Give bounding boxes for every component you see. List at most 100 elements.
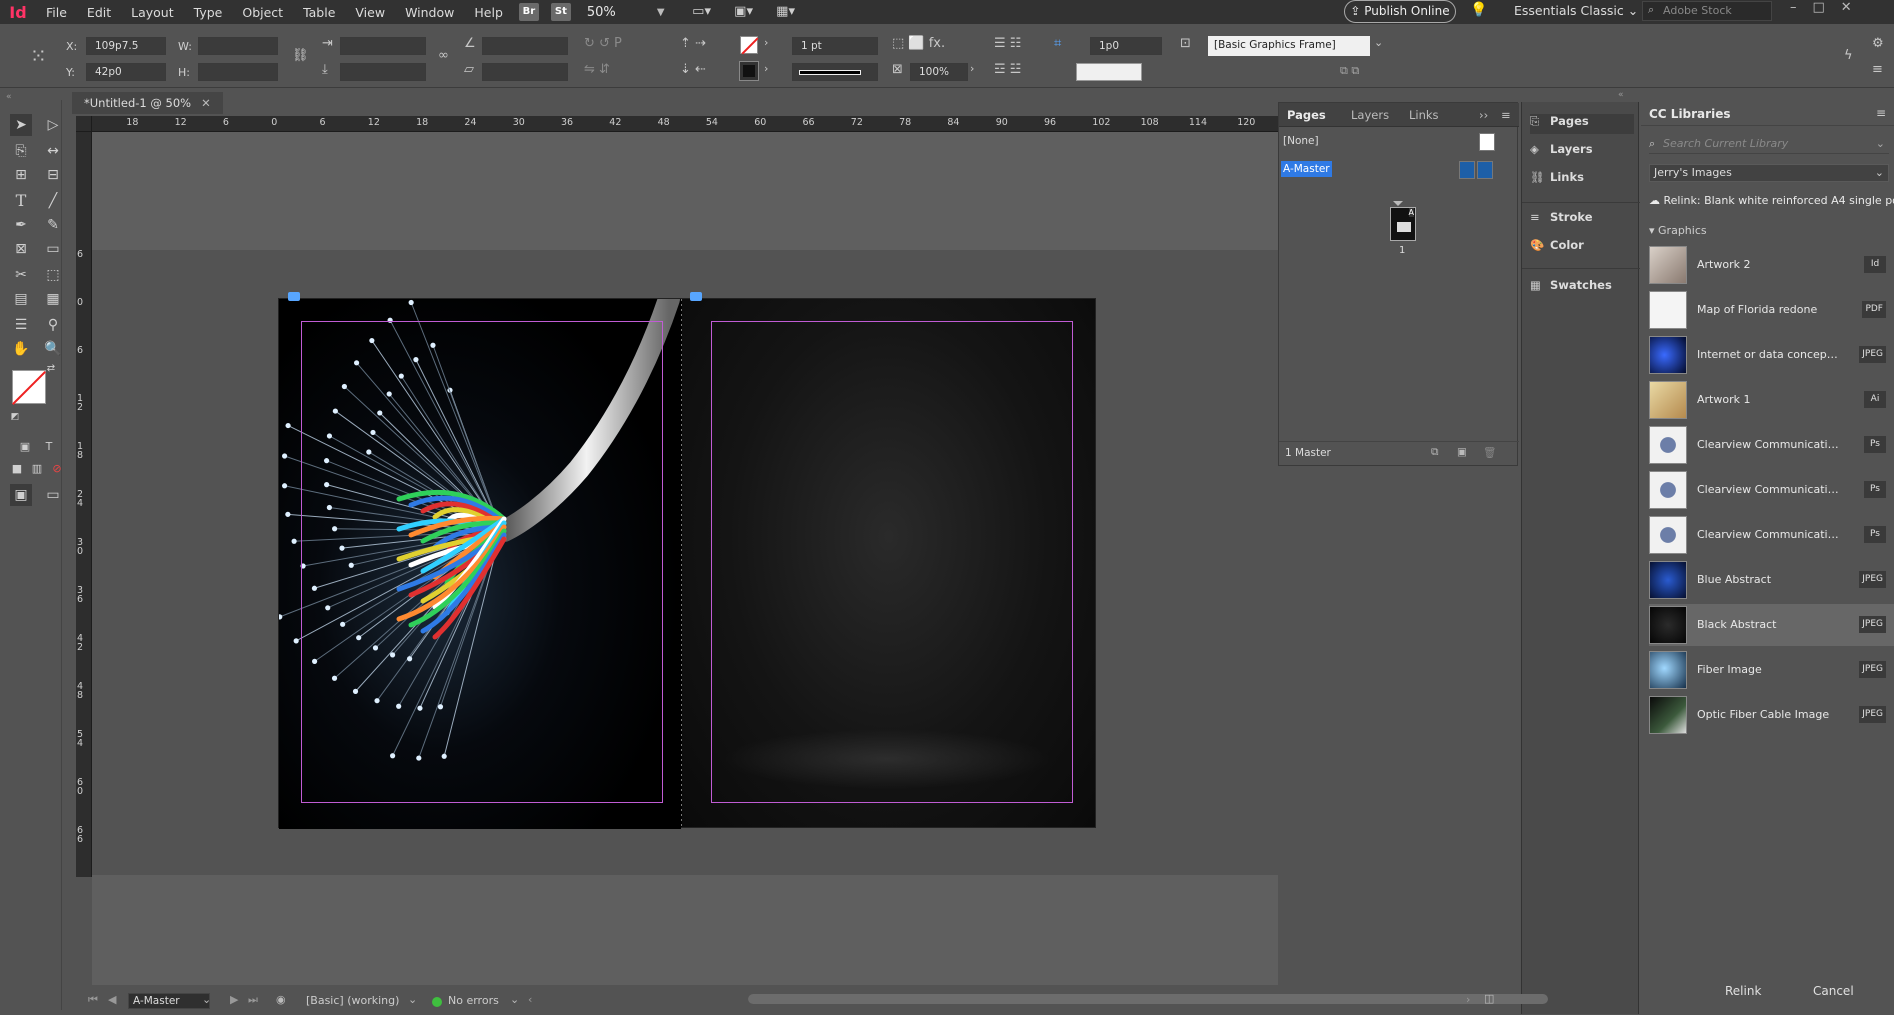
- ruler-origin[interactable]: [76, 116, 92, 132]
- free-transform-tool-icon[interactable]: ⬚: [42, 264, 64, 286]
- dock-links[interactable]: ⛓ Links: [1530, 170, 1634, 190]
- zoom-tool-icon[interactable]: 🔍: [42, 338, 64, 360]
- gradient-feather-tool-icon[interactable]: ▦: [42, 288, 64, 310]
- document-spread[interactable]: [278, 298, 1096, 829]
- menu-icon[interactable]: ≡: [1872, 62, 1883, 77]
- library-graphic-item[interactable]: Clearview Communications L... Ps: [1649, 424, 1894, 466]
- formatting-container-icon[interactable]: ▣: [14, 436, 36, 458]
- scroll-right-icon[interactable]: ›: [1466, 993, 1470, 1006]
- arrange-documents-icon[interactable]: ▦▾: [769, 3, 803, 21]
- selection-tool-icon[interactable]: ➤: [10, 114, 32, 136]
- object-style-icon[interactable]: ⊡: [1180, 36, 1191, 51]
- rotate-angle-icon[interactable]: ∠: [464, 36, 476, 51]
- chevron-down-icon[interactable]: ⌄: [510, 993, 519, 1006]
- stroke-type-select[interactable]: [792, 63, 878, 81]
- close-icon[interactable]: ✕: [201, 96, 211, 110]
- library-graphic-item[interactable]: Internet or data concept im... JPEG: [1649, 334, 1894, 376]
- hand-tool-icon[interactable]: ✋: [10, 338, 32, 360]
- gear-icon[interactable]: ⚙: [1872, 36, 1884, 51]
- frame-link-icon[interactable]: [690, 292, 702, 301]
- last-page-icon[interactable]: ⏭: [248, 993, 258, 1007]
- dock-layers[interactable]: ◈ Layers: [1530, 142, 1634, 162]
- dock-stroke[interactable]: ≡ Stroke: [1530, 210, 1634, 230]
- chevron-right-icon[interactable]: ›: [970, 62, 974, 75]
- content-placer-icon[interactable]: ⊟: [42, 164, 64, 186]
- flip-icon[interactable]: ⇋ ⇵: [584, 62, 610, 77]
- scale-y-field[interactable]: [340, 63, 426, 81]
- adobe-stock-search[interactable]: Adobe Stock: [1642, 1, 1772, 21]
- frame-link-icon[interactable]: [288, 292, 300, 301]
- library-graphic-item[interactable]: Clearview Communications L... Ps: [1649, 514, 1894, 556]
- vertical-ruler[interactable]: 6 0 6 12 18 24 30 36 42 48 54 60 66: [76, 132, 92, 877]
- direct-selection-tool-icon[interactable]: ▷: [42, 114, 64, 136]
- chevron-right-icon[interactable]: ›: [764, 36, 768, 49]
- auto-fit-icon[interactable]: ⬚ ⬜ fx.: [892, 36, 945, 51]
- rectangle-tool-icon[interactable]: ▭: [42, 238, 64, 260]
- screen-mode-icon[interactable]: ▣▾: [727, 3, 761, 21]
- master-none-row[interactable]: [None]: [1279, 133, 1519, 155]
- constrain-proportions-icon[interactable]: ⛓: [292, 48, 309, 63]
- select-content-icon[interactable]: ⇣ ⇠: [680, 62, 706, 77]
- rotate-angle-field[interactable]: [482, 37, 568, 55]
- pencil-tool-icon[interactable]: ✎: [42, 214, 64, 236]
- close-icon[interactable]: ✕: [1841, 0, 1868, 15]
- content-collector-icon[interactable]: ⊞: [10, 164, 32, 186]
- next-page-icon[interactable]: ▶: [230, 993, 238, 1006]
- default-fill-stroke-icon[interactable]: ◩: [8, 410, 22, 424]
- chevron-down-icon[interactable]: ⌄: [202, 993, 211, 1006]
- apply-color-icon[interactable]: ■: [6, 458, 28, 480]
- normal-view-mode-icon[interactable]: ▣: [10, 484, 32, 506]
- tab-layers[interactable]: Layers: [1351, 108, 1389, 122]
- workspace-switcher[interactable]: Essentials Classic ⌄: [1514, 3, 1638, 18]
- select-container-icon[interactable]: ⇡ ⇢: [680, 36, 706, 51]
- collapse-dock-icon[interactable]: «: [1618, 90, 1624, 100]
- gap-field[interactable]: 1p0: [1090, 37, 1162, 55]
- formatting-text-icon[interactable]: T: [38, 436, 60, 458]
- tab-pages[interactable]: Pages: [1287, 108, 1326, 122]
- cc-search-input[interactable]: ⌕ Search Current Library ⌄: [1649, 134, 1889, 154]
- apply-none-icon[interactable]: ⊘: [46, 458, 68, 480]
- window-controls[interactable]: –□✕: [1790, 0, 1868, 15]
- fill-swatch-large[interactable]: [12, 370, 46, 405]
- preflight-profile[interactable]: [Basic] (working): [306, 994, 399, 1007]
- clear-overrides-icon[interactable]: ⧉ ⧉: [1340, 64, 1359, 78]
- bridge-button[interactable]: Br: [518, 3, 539, 21]
- library-graphic-item[interactable]: Clearview Communications L... Ps: [1649, 469, 1894, 511]
- apply-gradient-icon[interactable]: ▥: [26, 458, 48, 480]
- maximize-icon[interactable]: □: [1813, 0, 1841, 15]
- link-scale-icon[interactable]: ∞: [438, 48, 449, 63]
- object-style-select[interactable]: [Basic Graphics Frame]: [1208, 36, 1370, 56]
- dock-pages[interactable]: ⎘ Pages: [1530, 114, 1634, 134]
- library-select[interactable]: Jerry's Images ⌄: [1649, 164, 1889, 182]
- dock-swatches[interactable]: ▦ Swatches: [1530, 278, 1634, 298]
- view-options-icon[interactable]: ▭▾: [685, 3, 719, 21]
- note-tool-icon[interactable]: ☰: [10, 314, 32, 336]
- page-select[interactable]: A-Master: [128, 993, 210, 1009]
- x-field[interactable]: 109p7.5: [86, 37, 166, 55]
- horizontal-scrollbar[interactable]: [748, 994, 1548, 1004]
- opacity-icon[interactable]: ⊠: [892, 62, 903, 77]
- menu-file[interactable]: File: [36, 5, 77, 20]
- expand-panel-icon[interactable]: ››: [1479, 108, 1488, 122]
- text-wrap-icon[interactable]: ☰ ☷: [994, 36, 1021, 51]
- menu-window[interactable]: Window: [395, 5, 464, 20]
- relink-button[interactable]: Relink: [1725, 984, 1761, 998]
- horizontal-ruler[interactable]: 4181260612182430364248546066727884909610…: [76, 116, 1278, 132]
- minimize-icon[interactable]: –: [1790, 0, 1813, 15]
- line-tool-icon[interactable]: ╱: [42, 190, 64, 212]
- stroke-weight-field[interactable]: 1 pt: [792, 37, 878, 55]
- gradient-swatch-tool-icon[interactable]: ▤: [10, 288, 32, 310]
- lightbulb-icon[interactable]: 💡: [1470, 2, 1487, 18]
- master-a-row[interactable]: A-Master: [1279, 161, 1519, 183]
- graphics-section-header[interactable]: ▾ Graphics: [1649, 224, 1707, 237]
- opacity-field[interactable]: 100%: [910, 63, 968, 81]
- library-graphic-item[interactable]: Blue Abstract JPEG: [1649, 559, 1894, 601]
- y-field[interactable]: 42p0: [86, 63, 166, 81]
- eyedropper-tool-icon[interactable]: ⚲: [42, 314, 64, 336]
- type-tool-icon[interactable]: T: [10, 190, 32, 212]
- chevron-down-icon[interactable]: ▼: [657, 7, 665, 18]
- page-1-thumb[interactable]: A: [1390, 207, 1416, 241]
- scroll-left-icon[interactable]: ‹: [528, 993, 532, 1006]
- zoom-level[interactable]: 50%: [587, 5, 657, 20]
- scissors-tool-icon[interactable]: ✂: [10, 264, 32, 286]
